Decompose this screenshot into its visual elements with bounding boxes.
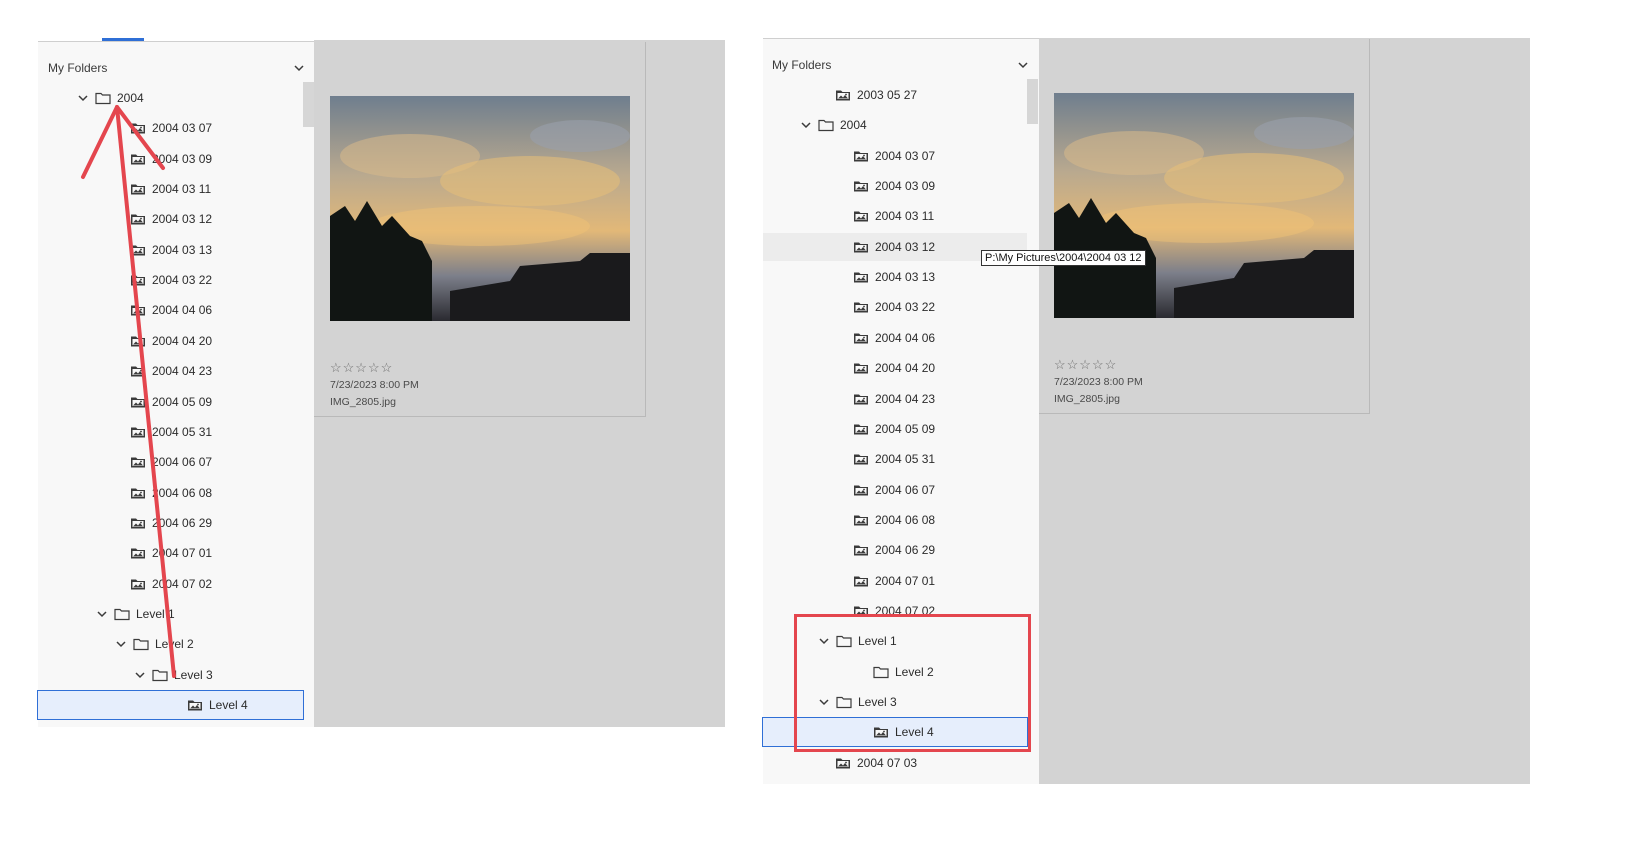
chevron-down-icon[interactable] [799,118,813,132]
image-folder-icon [853,574,869,588]
annotation-arrow [81,105,176,678]
image-folder-icon [853,392,869,406]
tree-item[interactable]: 2004 03 09 [853,171,935,201]
image-folder-icon [853,543,869,557]
tree-item[interactable]: 2004 03 12 [853,232,935,262]
tree-item[interactable]: 2004 04 23 [853,384,935,414]
tree-item[interactable]: 2004 04 20 [853,353,935,383]
right-photo-thumbnail[interactable] [1054,93,1354,318]
tree-item-label: 2004 03 12 [875,239,936,254]
tree-item-label: 2004 07 03 [857,755,918,770]
tree-item[interactable]: 2004 03 11 [853,201,934,231]
tree-item-label: 2004 07 01 [875,573,936,588]
image-folder-icon [853,361,869,375]
left-rating-stars[interactable]: ☆☆☆☆☆ [330,360,393,376]
image-folder-icon [853,270,869,284]
image-folder-icon [835,756,851,770]
sunset-photo [330,96,630,321]
right-section-title: My Folders [772,58,832,72]
tree-item[interactable]: 2004 [799,110,867,140]
image-folder-icon [853,331,869,345]
left-photo-thumbnail[interactable] [330,96,630,321]
tree-item-label: 2004 04 06 [875,330,936,345]
chevron-down-icon[interactable] [1016,58,1030,72]
image-folder-icon [187,698,203,712]
image-folder-icon [853,422,869,436]
tree-item[interactable]: 2004 05 09 [853,414,935,444]
tree-item-label: 2004 05 31 [875,452,936,467]
tree-item-label: 2003 05 27 [857,88,918,102]
tree-item-label: 2004 05 09 [875,421,936,436]
left-photo-card[interactable]: ☆☆☆☆☆ 7/23/2023 8:00 PM IMG_2805.jpg [314,42,646,417]
tree-item[interactable]: 2004 03 07 [853,141,935,171]
tree-item-label: Level 4 [209,698,248,712]
tree-item[interactable]: 2004 06 08 [853,505,935,535]
image-folder-icon [853,209,869,223]
left-photo-filename: IMG_2805.jpg [330,396,396,408]
image-folder-icon [853,513,869,527]
tree-item[interactable]: 2004 07 01 [853,566,935,596]
image-folder-icon [835,88,851,102]
right-photo-card[interactable]: ☆☆☆☆☆ 7/23/2023 8:00 PM IMG_2805.jpg [1039,39,1370,414]
right-photo-date: 7/23/2023 8:00 PM [1054,376,1143,388]
tree-item-label: 2004 03 13 [875,270,936,285]
left-photo-date: 7/23/2023 8:00 PM [330,379,419,391]
image-folder-icon [853,300,869,314]
tree-item[interactable]: 2004 07 03 [835,748,917,778]
image-folder-icon [853,452,869,466]
annotation-highlight-box [794,614,1031,752]
folder-path-tooltip: P:\My Pictures\2004\2004 03 12 [981,250,1146,266]
image-folder-icon [853,149,869,163]
tree-item-label: 2004 03 22 [875,300,936,315]
right-section-header[interactable]: My Folders [772,55,1030,75]
tree-item[interactable]: 2004 03 13 [853,262,935,292]
right-photo-filename: IMG_2805.jpg [1054,393,1120,405]
sunset-photo [1054,93,1354,318]
tree-item-label: 2004 06 29 [875,543,936,558]
tree-item[interactable]: 2004 06 07 [853,475,935,505]
tree-item-label: 2004 [840,118,867,133]
tree-item-label: 2004 06 07 [875,482,936,497]
folder-icon [818,118,834,132]
tree-item[interactable]: 2004 06 29 [853,535,935,565]
image-folder-icon [853,240,869,254]
image-folder-icon [853,483,869,497]
tree-item[interactable]: 2004 03 22 [853,292,935,322]
tree-item[interactable]: 2004 05 31 [853,444,935,474]
tree-item-label: 2004 04 20 [875,361,936,376]
tree-item-label: 2004 03 09 [875,179,936,194]
tree-item-label: 2004 03 11 [875,209,935,224]
tree-item[interactable]: 2003 05 27 [835,80,917,110]
right-scrollbar-thumb[interactable] [1027,79,1038,124]
tree-item-label: 2004 03 07 [875,148,936,163]
tree-item[interactable]: 2004 04 06 [853,323,935,353]
tree-item-label: 2004 04 23 [875,391,936,406]
image-folder-icon [853,179,869,193]
right-rating-stars[interactable]: ☆☆☆☆☆ [1054,357,1117,373]
tree-item-label: 2004 06 08 [875,512,936,527]
